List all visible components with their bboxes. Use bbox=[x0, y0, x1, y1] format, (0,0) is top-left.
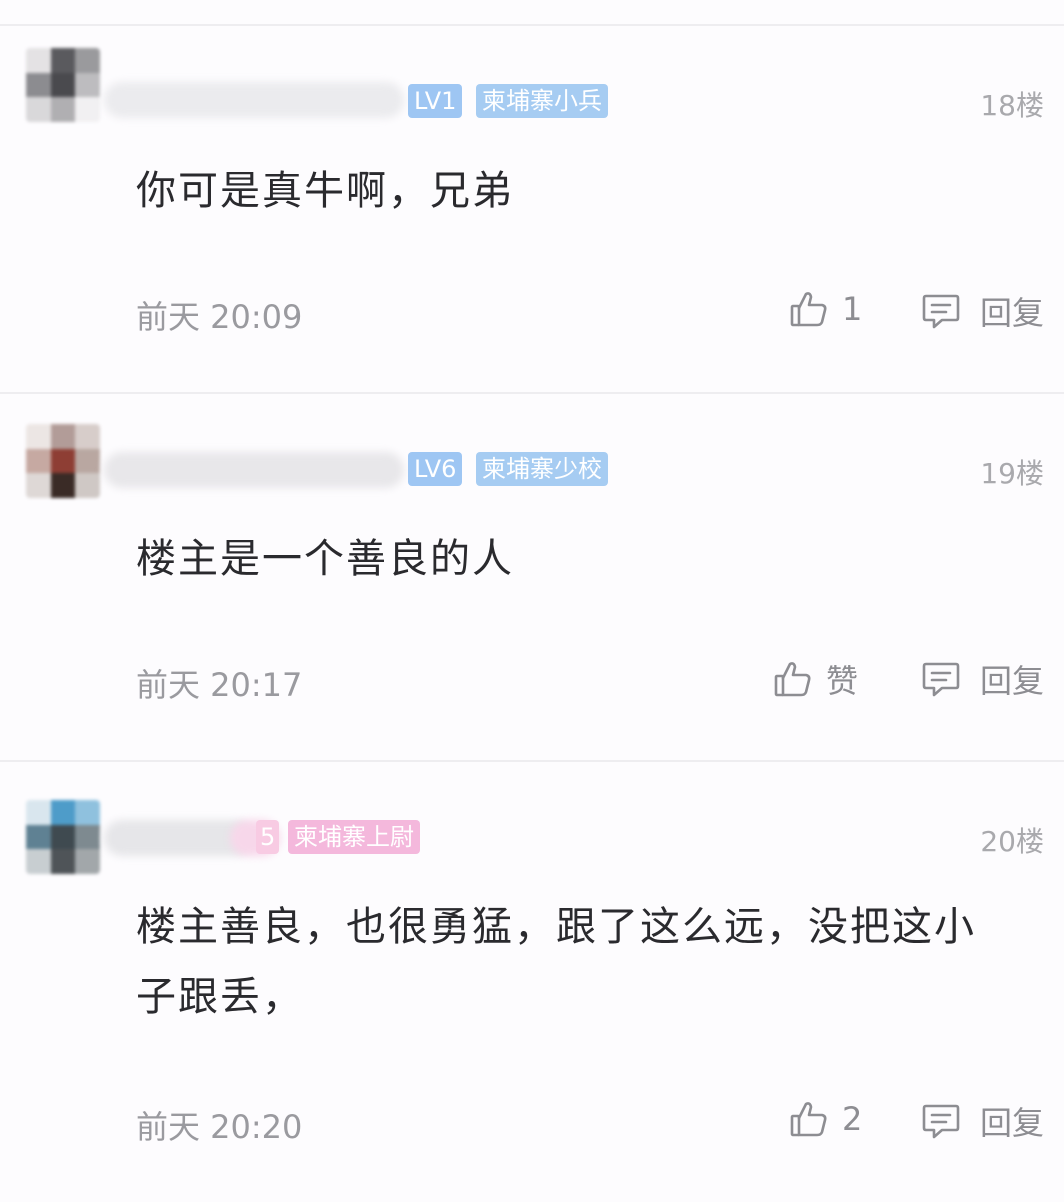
thumbs-up-icon bbox=[788, 1098, 830, 1140]
comment-text: 你可是真牛啊，兄弟 bbox=[136, 168, 514, 214]
comment-text: 楼主是一个善良的人 bbox=[136, 536, 514, 582]
like-button[interactable]: 2 bbox=[788, 1098, 862, 1140]
rank-badge: 柬埔寨小兵 bbox=[476, 84, 608, 118]
like-count: 1 bbox=[842, 290, 863, 328]
like-button[interactable]: 赞 bbox=[772, 656, 858, 702]
comment-bubble-icon bbox=[920, 290, 962, 332]
comment-time: 前天 20:17 bbox=[136, 666, 303, 704]
user-avatar[interactable] bbox=[26, 800, 100, 874]
reply-button[interactable]: 回复 bbox=[920, 656, 1044, 702]
level-badge: 5 bbox=[256, 820, 280, 854]
username[interactable] bbox=[104, 82, 404, 118]
comment-bubble-icon bbox=[920, 658, 962, 700]
comment-bubble-icon bbox=[920, 1100, 962, 1142]
reply-label: 回复 bbox=[979, 662, 1044, 700]
reply-button[interactable]: 回复 bbox=[920, 1098, 1044, 1144]
reply-label: 回复 bbox=[979, 294, 1044, 332]
like-count: 2 bbox=[842, 1100, 863, 1138]
rank-badge: 柬埔寨上尉 bbox=[288, 820, 420, 854]
level-badge: LV1 bbox=[408, 84, 463, 118]
user-avatar[interactable] bbox=[26, 48, 100, 122]
comment-time: 前天 20:09 bbox=[136, 298, 303, 336]
comment-list-page: LV1 柬埔寨小兵 18楼 你可是真牛啊，兄弟 前天 20:09 1 回复 LV… bbox=[0, 0, 1064, 1202]
reply-label: 回复 bbox=[979, 1104, 1044, 1142]
username[interactable] bbox=[104, 452, 404, 488]
comment-time: 前天 20:20 bbox=[136, 1108, 303, 1146]
comment-item: LV1 柬埔寨小兵 18楼 你可是真牛啊，兄弟 前天 20:09 1 回复 bbox=[0, 26, 1064, 392]
like-button[interactable]: 1 bbox=[788, 288, 862, 330]
level-badge: LV6 bbox=[408, 452, 463, 486]
comment-item: LV6 柬埔寨少校 19楼 楼主是一个善良的人 前天 20:17 赞 回复 bbox=[0, 394, 1064, 760]
thumbs-up-icon bbox=[772, 658, 814, 700]
comment-text: 楼主善良，也很勇猛，跟了这么远，没把这小子跟丢， bbox=[136, 904, 976, 1020]
floor-number: 18楼 bbox=[980, 89, 1044, 122]
reply-button[interactable]: 回复 bbox=[920, 288, 1044, 334]
comment-item: 5 柬埔寨上尉 20楼 楼主善良，也很勇猛，跟了这么远，没把这小子跟丢， 前天 … bbox=[0, 762, 1064, 1202]
thumbs-up-icon bbox=[788, 288, 830, 330]
floor-number: 20楼 bbox=[980, 825, 1044, 858]
like-label: 赞 bbox=[826, 662, 859, 700]
user-avatar[interactable] bbox=[26, 424, 100, 498]
rank-badge: 柬埔寨少校 bbox=[476, 452, 608, 486]
floor-number: 19楼 bbox=[980, 457, 1044, 490]
